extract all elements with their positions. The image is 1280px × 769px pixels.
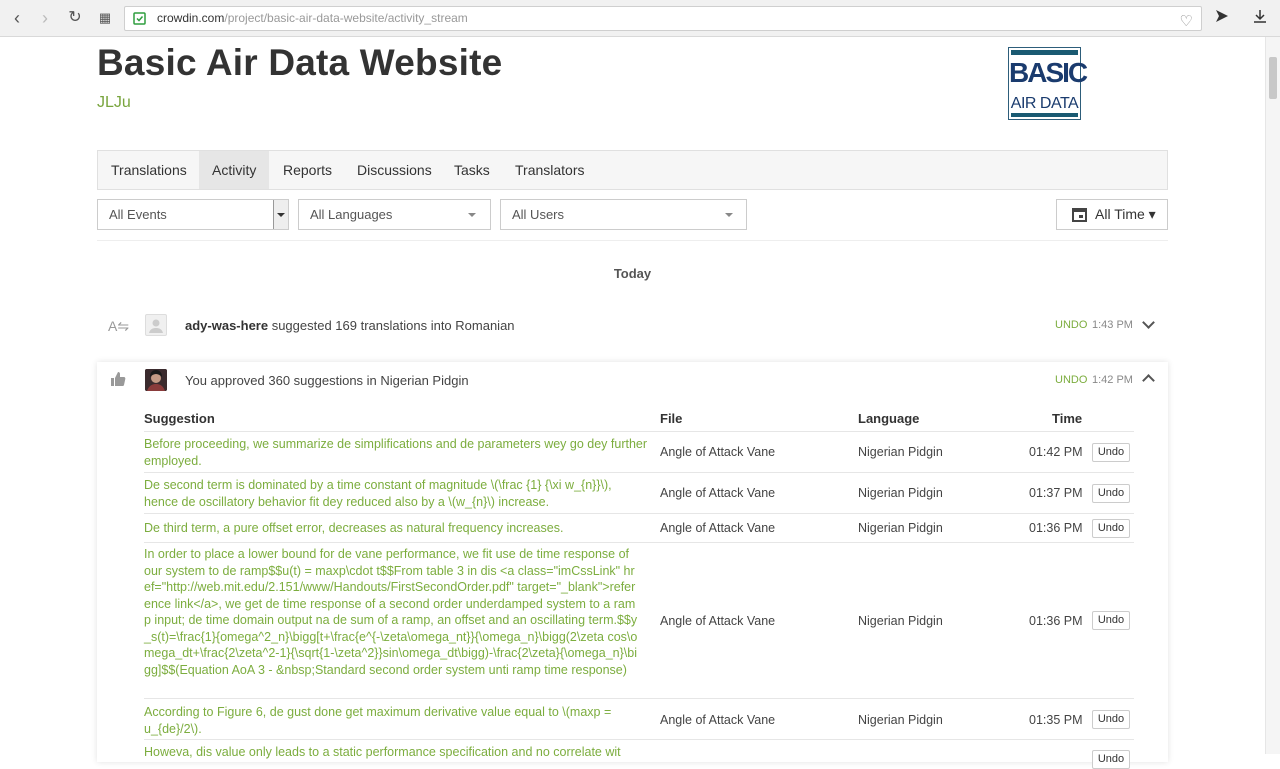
suggestion-text[interactable]: In order to place a lower bound for de v… bbox=[144, 546, 639, 678]
undo-button[interactable]: Undo bbox=[1092, 750, 1130, 769]
undo-button[interactable]: Undo bbox=[1092, 710, 1130, 729]
row-divider bbox=[144, 542, 1134, 543]
row-time: 01:37 PM bbox=[1029, 486, 1083, 500]
chevron-down-icon bbox=[725, 213, 733, 217]
browser-toolbar: ‹ › ↻ ▦ crowdin.com/project/basic-air-da… bbox=[0, 0, 1280, 37]
undo-button[interactable]: Undo bbox=[1092, 484, 1130, 503]
language-name: Nigerian Pidgin bbox=[858, 486, 943, 500]
activity-time: 1:43 PM bbox=[1092, 319, 1133, 331]
file-name: Angle of Attack Vane bbox=[660, 445, 776, 459]
language-name: Nigerian Pidgin bbox=[858, 614, 943, 628]
row-divider bbox=[144, 698, 1134, 699]
url-host: crowdin.com bbox=[157, 11, 225, 25]
url-path: /project/basic-air-data-website/activity… bbox=[224, 11, 468, 25]
tab-tasks[interactable]: Tasks bbox=[441, 151, 503, 189]
row-divider bbox=[144, 431, 1134, 432]
chevron-down-icon bbox=[468, 213, 476, 217]
project-title: Basic Air Data Website bbox=[97, 42, 503, 83]
language-name: Nigerian Pidgin bbox=[858, 521, 943, 535]
column-header-time: Time bbox=[1052, 411, 1083, 426]
undo-button[interactable]: Undo bbox=[1092, 443, 1130, 462]
send-icon[interactable] bbox=[1215, 9, 1229, 28]
translate-icon: A⇋ bbox=[108, 318, 130, 334]
scrollbar-thumb[interactable] bbox=[1269, 57, 1277, 99]
project-logo: BASIC AIR DATA bbox=[1008, 47, 1088, 120]
undo-button[interactable]: Undo bbox=[1092, 519, 1130, 538]
project-tabs: Translations Activity Reports Discussion… bbox=[97, 150, 1168, 190]
forward-icon[interactable]: › bbox=[36, 9, 54, 27]
suggestion-text[interactable]: De third term, a pure offset error, decr… bbox=[144, 520, 654, 537]
address-bar[interactable]: crowdin.com/project/basic-air-data-websi… bbox=[124, 6, 1202, 31]
page-scrollbar[interactable] bbox=[1265, 37, 1280, 754]
tab-activity[interactable]: Activity bbox=[199, 151, 270, 189]
suggestion-text[interactable]: De second term is dominated by a time co… bbox=[144, 477, 624, 510]
time-filter-button[interactable]: All Time ▾ bbox=[1056, 199, 1168, 230]
calendar-icon bbox=[1072, 208, 1087, 222]
bookmark-heart-icon[interactable]: ♡ bbox=[1180, 10, 1193, 33]
user-avatar[interactable] bbox=[145, 314, 167, 336]
reload-icon[interactable]: ↻ bbox=[66, 9, 84, 27]
column-header-language: Language bbox=[858, 411, 920, 426]
suggestion-text[interactable]: Before proceeding, we summarize de simpl… bbox=[144, 436, 654, 469]
dropdown-caret-icon bbox=[273, 200, 288, 229]
undo-link[interactable]: UNDO bbox=[1055, 374, 1087, 386]
user-avatar[interactable] bbox=[145, 369, 167, 391]
users-filter-value: All Users bbox=[512, 207, 565, 222]
events-filter-select[interactable]: All Events bbox=[97, 199, 289, 230]
suggestion-text[interactable]: According to Figure 6, de gust done get … bbox=[144, 704, 624, 737]
activity-description: You approved 360 suggestions in Nigerian… bbox=[185, 373, 469, 388]
activity-time: 1:42 PM bbox=[1092, 374, 1133, 386]
events-filter-value: All Events bbox=[109, 207, 167, 222]
row-time: 01:36 PM bbox=[1029, 614, 1083, 628]
column-header-suggestion: Suggestion bbox=[144, 411, 215, 426]
undo-button[interactable]: Undo bbox=[1092, 611, 1130, 630]
languages-filter-value: All Languages bbox=[310, 207, 393, 222]
undo-link[interactable]: UNDO bbox=[1055, 319, 1087, 331]
language-name: Nigerian Pidgin bbox=[858, 713, 943, 727]
download-icon[interactable] bbox=[1253, 9, 1267, 28]
file-name: Angle of Attack Vane bbox=[660, 521, 776, 535]
file-name: Angle of Attack Vane bbox=[660, 713, 776, 727]
chevron-down-icon[interactable] bbox=[1142, 316, 1155, 329]
row-time: 01:35 PM bbox=[1029, 713, 1083, 727]
day-label: Today bbox=[613, 266, 652, 281]
tab-discussions[interactable]: Discussions bbox=[344, 151, 445, 189]
activity-user-link[interactable]: ady-was-here bbox=[185, 318, 268, 333]
row-divider bbox=[144, 472, 1134, 473]
language-name: Nigerian Pidgin bbox=[858, 445, 943, 459]
time-filter-value: All Time bbox=[1095, 206, 1145, 222]
apps-grid-icon[interactable]: ▦ bbox=[96, 9, 114, 27]
column-header-file: File bbox=[660, 411, 683, 426]
file-name: Angle of Attack Vane bbox=[660, 614, 776, 628]
row-time: 01:42 PM bbox=[1029, 445, 1083, 459]
project-owner-link[interactable]: JLJu bbox=[97, 94, 131, 112]
secure-lock-icon bbox=[133, 12, 146, 25]
suggestion-text[interactable]: Howeva, dis value only leads to a static… bbox=[144, 744, 654, 761]
row-time: 01:36 PM bbox=[1029, 521, 1083, 535]
tab-translators[interactable]: Translators bbox=[502, 151, 598, 189]
row-divider bbox=[144, 739, 1134, 740]
tab-reports[interactable]: Reports bbox=[270, 151, 345, 189]
divider bbox=[97, 240, 1168, 241]
thumbs-up-icon bbox=[110, 371, 126, 390]
activity-description: ady-was-here suggested 169 translations … bbox=[185, 318, 515, 333]
users-filter-select[interactable]: All Users bbox=[500, 199, 747, 230]
tab-translations[interactable]: Translations bbox=[98, 151, 200, 189]
back-icon[interactable]: ‹ bbox=[8, 9, 26, 27]
file-name: Angle of Attack Vane bbox=[660, 486, 776, 500]
languages-filter-select[interactable]: All Languages bbox=[298, 199, 491, 230]
row-divider bbox=[144, 513, 1134, 514]
